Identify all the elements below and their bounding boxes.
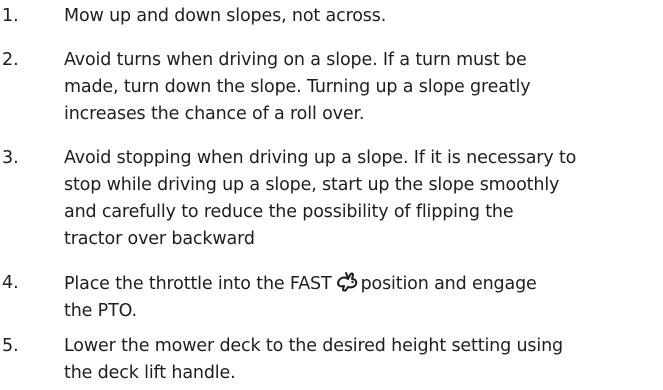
step-number: 3.	[2, 148, 19, 168]
step-text: Place the throttle into the FAST positio…	[64, 270, 660, 325]
step-text-line: Place the throttle into the FAST positio…	[64, 270, 660, 298]
step-number: 1.	[2, 6, 19, 26]
step-text-line: Mow up and down slopes, not across.	[64, 6, 387, 26]
step-text: Avoid turns when driving on a slope. If …	[64, 47, 660, 128]
step-text-segment: Place the throttle into the FAST	[64, 274, 332, 294]
step-number: 5.	[2, 336, 19, 356]
step-text-line: Avoid turns when driving on a slope. If …	[64, 50, 527, 70]
step-text: Mow up and down slopes, not across.	[64, 3, 660, 30]
step-number: 2.	[2, 50, 19, 70]
step-text-line: the deck lift handle.	[64, 363, 236, 383]
step-text-line: Lower the mower deck to the desired heig…	[64, 336, 564, 356]
step-text-line: made, turn down the slope. Turning up a …	[64, 77, 531, 97]
step-text-line: stop while driving up a slope, start up …	[64, 175, 560, 195]
step-text-line: increases the chance of a roll over.	[64, 104, 365, 124]
step-text-line: tractor over backward	[64, 229, 255, 249]
rabbit-fast-icon	[335, 270, 359, 294]
step-number: 4.	[2, 273, 19, 293]
step-text-segment: position and engage	[360, 274, 537, 294]
instruction-list: 1. Mow up and down slopes, not across. 2…	[0, 0, 663, 390]
step-text-line: the PTO.	[64, 301, 137, 321]
step-text-line: and carefully to reduce the possibility …	[64, 202, 514, 222]
step-text-line: Avoid stopping when driving up a slope. …	[64, 148, 577, 168]
step-text: Avoid stopping when driving up a slope. …	[64, 145, 660, 253]
step-text: Lower the mower deck to the desired heig…	[64, 333, 660, 387]
